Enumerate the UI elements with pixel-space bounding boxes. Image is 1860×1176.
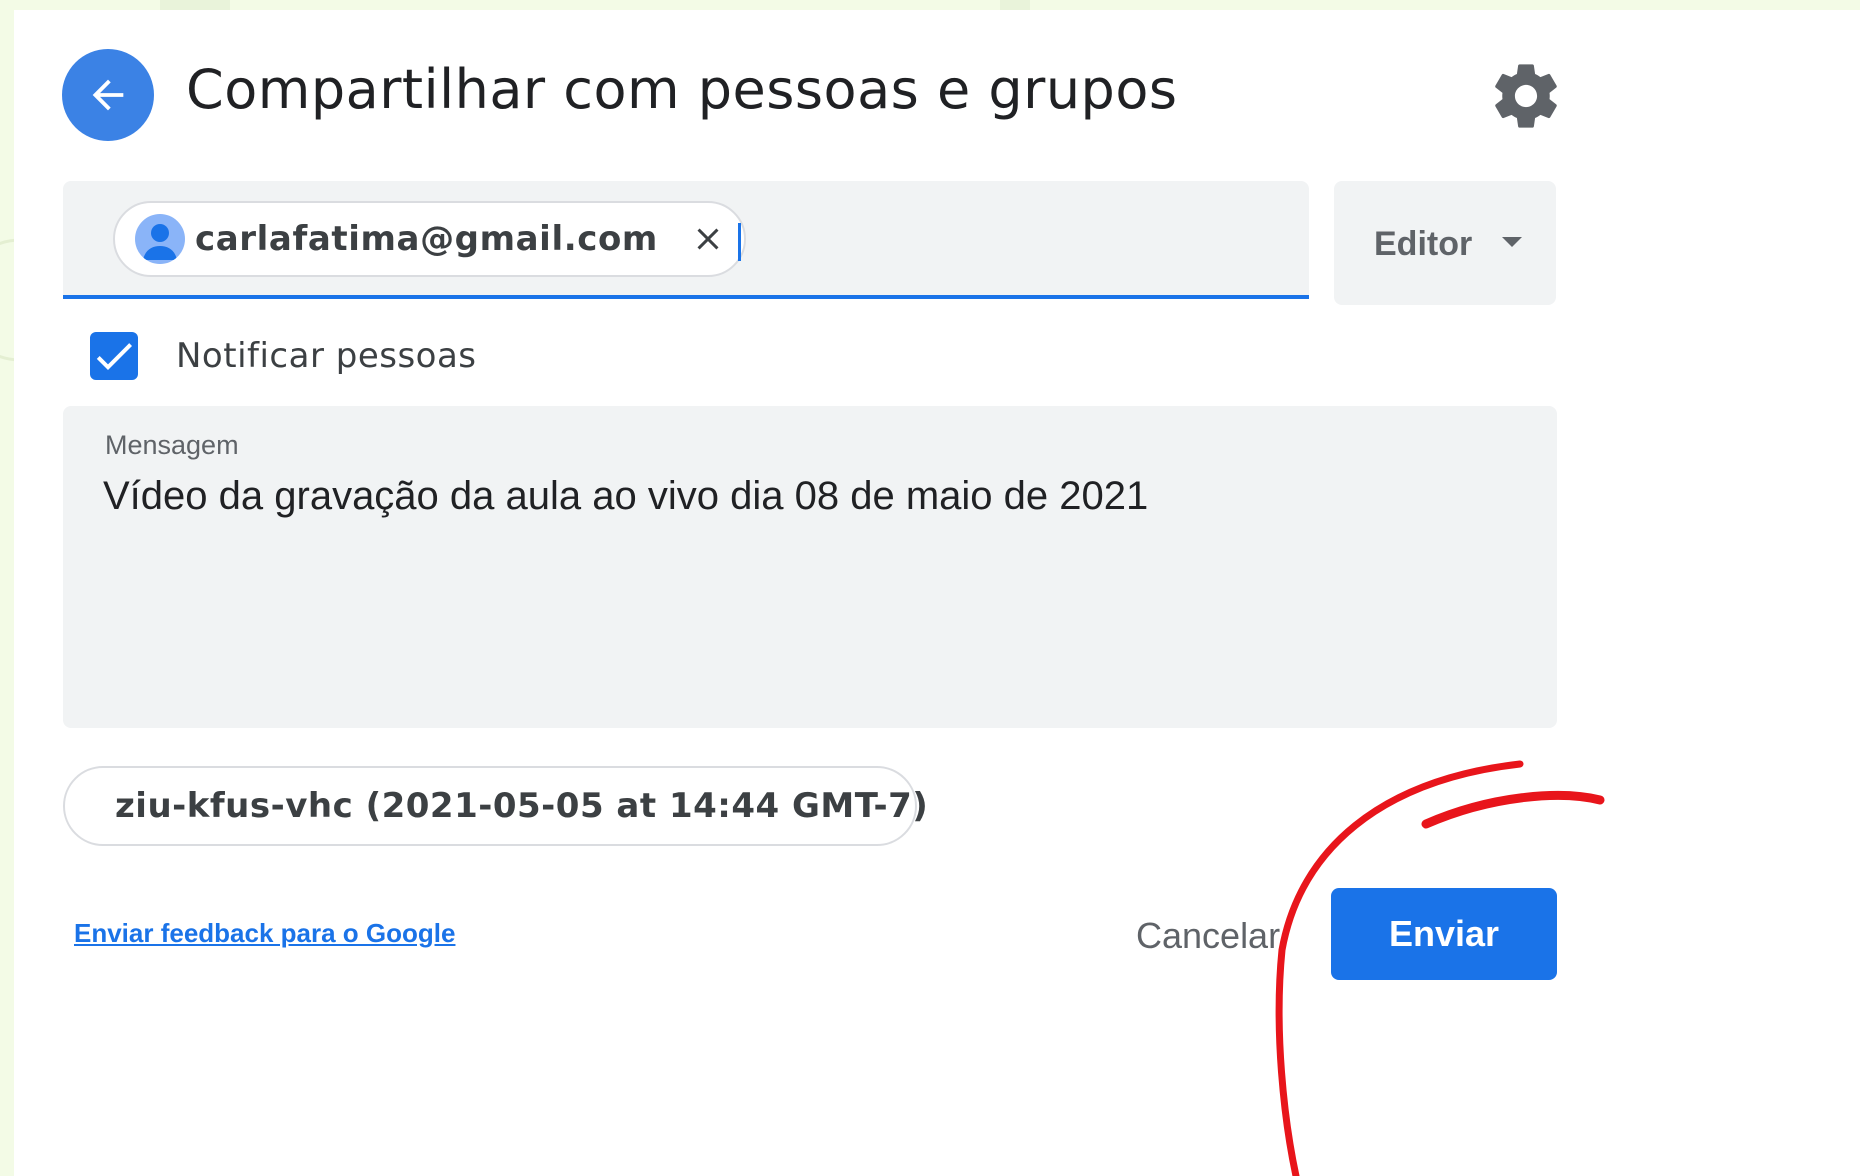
- close-icon[interactable]: [690, 221, 726, 257]
- message-field[interactable]: Mensagem Vídeo da gravação da aula ao vi…: [63, 406, 1557, 728]
- person-avatar-icon: [135, 214, 185, 264]
- role-dropdown[interactable]: Editor: [1334, 181, 1556, 305]
- feedback-link[interactable]: Enviar feedback para o Google: [74, 918, 455, 949]
- recipients-input[interactable]: carlafatima@gmail.com: [63, 181, 1309, 299]
- message-label: Mensagem: [105, 430, 239, 460]
- notify-checkbox[interactable]: [90, 332, 138, 380]
- dropdown-arrow-icon: [1502, 237, 1522, 247]
- attachment-chip[interactable]: ziu-kfus-vhc (2021-05-05 at 14:44 GMT-7): [63, 766, 928, 846]
- recipient-email: carlafatima@gmail.com: [195, 219, 658, 259]
- checkmark-icon: [96, 343, 132, 370]
- dialog-title: Compartilhar com pessoas e grupos: [186, 58, 1178, 121]
- notify-label: Notificar pessoas: [176, 336, 477, 376]
- role-selected: Editor: [1374, 225, 1473, 263]
- cancel-button[interactable]: Cancelar: [1122, 898, 1294, 974]
- message-text[interactable]: Vídeo da gravação da aula ao vivo dia 08…: [103, 474, 1148, 519]
- send-button[interactable]: Enviar: [1331, 888, 1557, 980]
- gear-icon[interactable]: [1488, 58, 1564, 134]
- attachment-name: ziu-kfus-vhc (2021-05-05 at 14:44 GMT-7): [115, 786, 929, 826]
- back-button[interactable]: [62, 49, 154, 141]
- text-cursor: [738, 223, 741, 261]
- recipient-chip[interactable]: carlafatima@gmail.com: [113, 201, 746, 277]
- arrow-left-icon: [92, 79, 124, 111]
